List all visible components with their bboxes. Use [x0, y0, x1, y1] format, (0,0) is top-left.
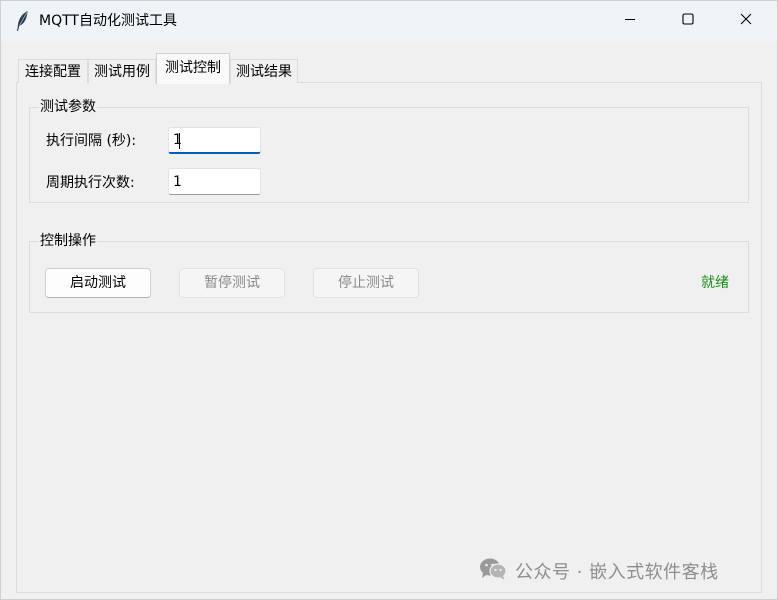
wechat-icon: [479, 557, 507, 585]
stop-test-button[interactable]: 停止测试: [313, 268, 419, 298]
close-icon: [740, 13, 752, 29]
params-group: [29, 107, 749, 203]
cycles-label: 周期执行次数:: [46, 175, 135, 191]
cycles-input[interactable]: [168, 168, 261, 195]
app-window: MQTT自动化测试工具 连接配置 测试用例 测试控制 测试结果 测试参数 执行间…: [0, 0, 778, 600]
watermark: 公众号 · 嵌入式软件客栈: [479, 557, 719, 585]
tab-test-control[interactable]: 测试控制: [156, 53, 230, 84]
params-group-title: 测试参数: [39, 98, 97, 116]
maximize-icon: [682, 13, 694, 29]
control-group-title: 控制操作: [39, 232, 97, 250]
tab-test-cases[interactable]: 测试用例: [88, 59, 156, 83]
tab-connection-config[interactable]: 连接配置: [18, 59, 88, 83]
minimize-icon: [624, 13, 636, 29]
watermark-text: 公众号 · 嵌入式软件客栈: [515, 562, 719, 583]
tab-test-results[interactable]: 测试结果: [230, 59, 298, 83]
start-test-button[interactable]: 启动测试: [45, 268, 151, 298]
text-caret: [179, 133, 180, 149]
feather-icon: [15, 10, 29, 32]
title-bar[interactable]: MQTT自动化测试工具: [1, 1, 777, 41]
interval-input[interactable]: [168, 127, 261, 154]
interval-label: 执行间隔 (秒):: [46, 133, 137, 149]
maximize-button[interactable]: [659, 1, 717, 41]
close-button[interactable]: [717, 1, 775, 41]
window-title: MQTT自动化测试工具: [39, 13, 177, 29]
status-label: 就绪: [701, 275, 729, 291]
minimize-button[interactable]: [601, 1, 659, 41]
pause-test-button[interactable]: 暂停测试: [179, 268, 285, 298]
